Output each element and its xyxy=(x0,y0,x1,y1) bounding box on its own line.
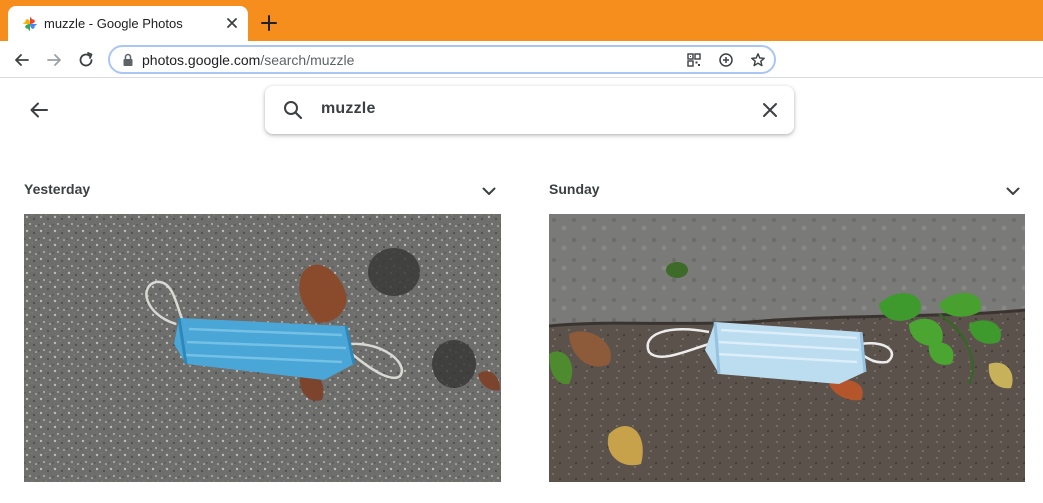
back-icon[interactable] xyxy=(12,50,32,70)
photo-thumbnail[interactable] xyxy=(24,214,501,482)
url-path: /search/muzzle xyxy=(260,52,355,68)
reload-icon[interactable] xyxy=(76,50,96,70)
google-photos-icon xyxy=(23,17,37,31)
search-icon[interactable] xyxy=(282,99,304,121)
lock-icon[interactable] xyxy=(122,53,134,67)
new-tab-icon[interactable] xyxy=(260,14,278,32)
photo-mask-on-asphalt xyxy=(24,214,501,482)
section-date-sunday: Sunday xyxy=(549,181,600,197)
browser-tabstrip: muzzle - Google Photos xyxy=(0,0,1043,41)
photo-mask-by-wall xyxy=(549,214,1025,482)
tab-title: muzzle - Google Photos xyxy=(44,16,183,31)
search-box[interactable]: muzzle xyxy=(265,86,794,134)
zoom-in-icon[interactable] xyxy=(718,52,734,68)
section-date-yesterday: Yesterday xyxy=(24,181,91,197)
browser-tab[interactable]: muzzle - Google Photos xyxy=(8,6,248,41)
qr-code-icon[interactable] xyxy=(686,52,702,68)
clear-search-icon[interactable] xyxy=(759,99,781,121)
photo-thumbnail[interactable] xyxy=(549,214,1025,482)
bookmark-star-icon[interactable] xyxy=(750,52,766,68)
close-tab-icon[interactable] xyxy=(224,15,240,31)
chevron-down-icon[interactable] xyxy=(1004,182,1022,200)
address-bar[interactable]: photos.google.com/search/muzzle xyxy=(108,45,776,74)
chevron-down-icon[interactable] xyxy=(480,182,498,200)
browser-toolbar: photos.google.com/search/muzzle xyxy=(0,41,1043,78)
url-domain: photos.google.com xyxy=(142,52,261,68)
url-text: photos.google.com/search/muzzle xyxy=(142,52,354,68)
back-arrow-icon[interactable] xyxy=(28,99,50,121)
search-input[interactable]: muzzle xyxy=(321,100,376,118)
forward-icon[interactable] xyxy=(44,50,64,70)
